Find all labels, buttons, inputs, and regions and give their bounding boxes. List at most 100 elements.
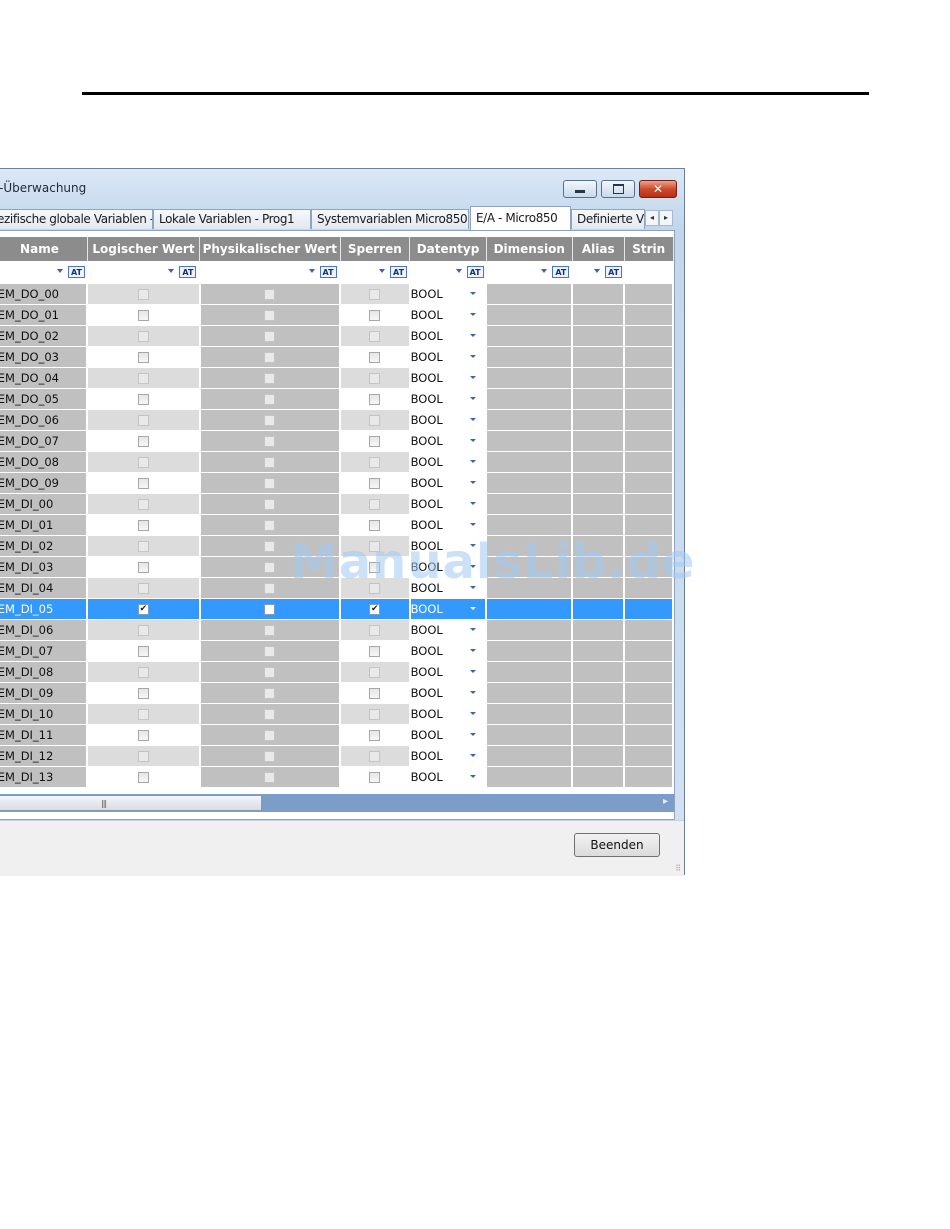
name-cell[interactable]: _EM_DI_07 [0, 640, 89, 662]
physical-checkbox[interactable] [264, 372, 276, 384]
physical-checkbox[interactable] [264, 435, 276, 447]
alias-cell[interactable] [572, 346, 626, 368]
physical-checkbox[interactable] [264, 477, 276, 489]
string-cell[interactable] [624, 724, 674, 746]
logical-checkbox[interactable] [137, 645, 149, 657]
chevron-down-icon[interactable] [470, 355, 477, 358]
chevron-down-icon[interactable] [470, 691, 477, 694]
logical-checkbox[interactable] [137, 519, 149, 531]
physical-checkbox[interactable] [264, 561, 276, 573]
tab-defined-variables[interactable]: Definierte V [571, 209, 645, 229]
alias-cell[interactable] [572, 577, 626, 599]
name-cell[interactable]: _EM_DI_06 [0, 619, 89, 641]
dimension-cell[interactable] [486, 367, 574, 389]
datatype-cell[interactable]: BOOL [409, 661, 488, 683]
alias-cell[interactable] [572, 745, 626, 767]
name-cell[interactable]: _EM_DI_01 [0, 514, 89, 536]
alias-cell[interactable] [572, 451, 626, 473]
table-row[interactable]: _EM_DI_07 BOOL [0, 640, 674, 662]
physical-checkbox[interactable] [264, 351, 276, 363]
lock-checkbox[interactable] [369, 750, 381, 762]
name-cell[interactable]: _EM_DO_03 [0, 346, 89, 368]
chevron-down-icon[interactable] [470, 418, 477, 421]
alias-cell[interactable] [572, 619, 626, 641]
string-cell[interactable] [624, 514, 674, 536]
alias-cell[interactable] [572, 325, 626, 347]
string-cell[interactable] [624, 451, 674, 473]
name-cell[interactable]: _EM_DI_08 [0, 661, 89, 683]
datatype-cell[interactable]: BOOL [409, 514, 488, 536]
filter-dropdown-icon[interactable] [594, 269, 601, 273]
datatype-cell[interactable]: BOOL [409, 346, 488, 368]
name-cell[interactable]: _EM_DI_05 [0, 598, 89, 620]
chevron-down-icon[interactable] [470, 712, 477, 715]
string-cell[interactable] [624, 703, 674, 725]
physical-checkbox[interactable] [264, 666, 276, 678]
datatype-cell[interactable]: BOOL [409, 388, 488, 410]
chevron-down-icon[interactable] [470, 376, 477, 379]
datatype-cell[interactable]: BOOL [409, 325, 488, 347]
close-button[interactable]: ✕ [639, 180, 677, 198]
chevron-down-icon[interactable] [470, 628, 477, 631]
logical-checkbox[interactable] [137, 393, 149, 405]
tab-scroll-left-icon[interactable]: ◂ [645, 210, 659, 226]
logical-checkbox[interactable] [137, 498, 149, 510]
physical-checkbox[interactable] [264, 456, 276, 468]
alias-cell[interactable] [572, 493, 626, 515]
dimension-cell[interactable] [486, 745, 574, 767]
chevron-down-icon[interactable] [470, 607, 477, 610]
datatype-cell[interactable]: BOOL [409, 745, 488, 767]
filter-cell[interactable]: AT [199, 261, 342, 284]
dimension-cell[interactable] [486, 766, 574, 788]
filter-cell[interactable]: AT [486, 261, 574, 284]
dimension-cell[interactable] [486, 514, 574, 536]
datatype-cell[interactable]: BOOL [409, 430, 488, 452]
filter-cell[interactable]: AT [409, 261, 488, 284]
tab-io-micro850[interactable]: E/A - Micro850 [470, 206, 571, 230]
physical-checkbox[interactable] [264, 729, 276, 741]
filter-dropdown-icon[interactable] [541, 269, 548, 273]
chevron-down-icon[interactable] [470, 733, 477, 736]
chevron-down-icon[interactable] [470, 544, 477, 547]
name-cell[interactable]: _EM_DO_08 [0, 451, 89, 473]
scroll-right-icon[interactable]: ▸ [663, 796, 668, 807]
datatype-cell[interactable]: BOOL [409, 556, 488, 578]
dimension-cell[interactable] [486, 304, 574, 326]
table-row[interactable]: _EM_DO_00 BOOL [0, 283, 674, 305]
physical-checkbox[interactable] [264, 771, 276, 783]
dimension-cell[interactable] [486, 409, 574, 431]
alias-cell[interactable] [572, 766, 626, 788]
name-cell[interactable]: _EM_DO_06 [0, 409, 89, 431]
dimension-cell[interactable] [486, 430, 574, 452]
logical-checkbox[interactable] [137, 330, 149, 342]
scrollbar-thumb[interactable]: ||| [0, 795, 262, 811]
string-cell[interactable] [624, 304, 674, 326]
physical-checkbox[interactable] [264, 519, 276, 531]
filter-cell[interactable]: AT [0, 261, 89, 284]
table-row[interactable]: _EM_DO_02 BOOL [0, 325, 674, 347]
lock-checkbox[interactable] [369, 540, 381, 552]
table-row[interactable]: _EM_DI_11 BOOL [0, 724, 674, 746]
filter-icon[interactable]: AT [390, 266, 408, 278]
lock-checkbox[interactable] [369, 414, 381, 426]
logical-checkbox[interactable]: ✔ [137, 603, 149, 615]
table-row[interactable]: _EM_DO_03 BOOL [0, 346, 674, 368]
table-row[interactable]: _EM_DI_09 BOOL [0, 682, 674, 704]
lock-checkbox[interactable] [369, 624, 381, 636]
name-cell[interactable]: _EM_DO_00 [0, 283, 89, 305]
logical-checkbox[interactable] [137, 561, 149, 573]
string-cell[interactable] [624, 766, 674, 788]
lock-checkbox[interactable] [369, 309, 381, 321]
string-cell[interactable] [624, 640, 674, 662]
logical-checkbox[interactable] [137, 435, 149, 447]
logical-checkbox[interactable] [137, 351, 149, 363]
table-row[interactable]: _EM_DO_08 BOOL [0, 451, 674, 473]
lock-checkbox[interactable] [369, 519, 381, 531]
chevron-down-icon[interactable] [470, 565, 477, 568]
dimension-cell[interactable] [486, 535, 574, 557]
filter-dropdown-icon[interactable] [168, 269, 175, 273]
logical-checkbox[interactable] [137, 477, 149, 489]
chevron-down-icon[interactable] [470, 502, 477, 505]
datatype-cell[interactable]: BOOL [409, 535, 488, 557]
tab-local-variables[interactable]: Lokale Variablen - Prog1 [153, 209, 311, 229]
